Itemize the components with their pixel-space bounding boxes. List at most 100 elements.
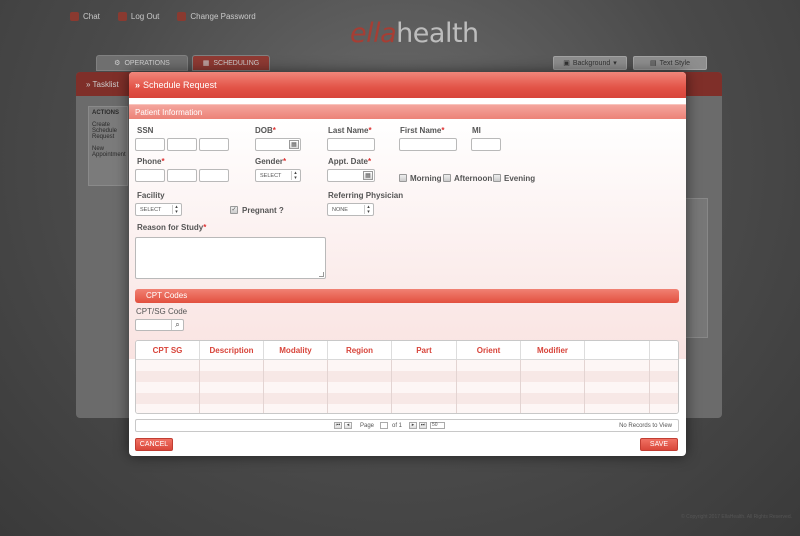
modal-title-bar: » Schedule Request: [129, 72, 686, 98]
actions-panel: ACTIONS Create Schedule Request New Appo…: [88, 106, 128, 186]
phone-label: Phone*: [137, 157, 165, 166]
table-row: [136, 393, 678, 404]
pregnant-checkbox[interactable]: ✓: [230, 206, 238, 214]
evening-label: Evening: [504, 174, 536, 183]
logo: ellahealth: [350, 18, 479, 49]
facility-select[interactable]: SELECT ▴ ▾: [135, 203, 182, 216]
ssn-field-2[interactable]: [167, 138, 197, 151]
facility-label: Facility: [137, 191, 165, 200]
grid-body: [136, 360, 678, 413]
patient-information-header: Patient Information: [129, 104, 686, 119]
page-label: Page: [360, 423, 375, 429]
top-links: Chat Log Out Change Password: [70, 12, 256, 21]
table-row: [136, 382, 678, 393]
appt-date-label: Appt. Date*: [328, 157, 372, 166]
table-row: [136, 371, 678, 382]
afternoon-checkbox[interactable]: [443, 174, 451, 182]
patient-form: SSN DOB* Last Name* First Name* MI ▦ Pho…: [129, 119, 686, 359]
footer-copyright: © Copyright 2017 EllaHealth. All Rights …: [681, 514, 792, 520]
action-create-schedule[interactable]: Create Schedule Request: [89, 119, 127, 143]
right-buttons: ▣ Background ▾ ▤ Text Style: [553, 56, 707, 70]
chat-link[interactable]: Chat: [70, 12, 100, 21]
cpt-search-input[interactable]: ⌕: [135, 319, 184, 331]
page-input[interactable]: [380, 422, 388, 429]
spinner-arrows-icon: ▴ ▾: [364, 205, 372, 214]
appt-date-field[interactable]: ▦: [327, 169, 375, 182]
background-side-box: [684, 198, 708, 338]
chat-icon: [70, 12, 79, 21]
text-icon: ▤: [650, 60, 657, 67]
phone-field-2[interactable]: [167, 169, 197, 182]
last-name-field[interactable]: [327, 138, 375, 151]
reason-textarea[interactable]: [135, 237, 326, 279]
records-status: No Records to View: [619, 423, 672, 429]
double-chevron-icon: »: [135, 80, 140, 90]
first-name-label: First Name*: [400, 126, 445, 135]
mi-field[interactable]: [471, 138, 501, 151]
double-chevron-icon: »: [86, 80, 91, 89]
gear-icon: ⚙: [114, 60, 121, 67]
mi-label: MI: [472, 126, 481, 135]
col-cpt-sg[interactable]: CPT SG: [136, 341, 200, 359]
main-tabs: ⚙ OPERATIONS ▦ SCHEDULING: [96, 55, 270, 71]
chevron-down-icon: ▾: [613, 60, 617, 67]
morning-checkbox[interactable]: [399, 174, 407, 182]
tab-operations[interactable]: ⚙ OPERATIONS: [96, 55, 188, 71]
calendar-icon[interactable]: ▦: [289, 140, 299, 149]
calendar-icon: ▦: [202, 60, 210, 67]
spinner-arrows-icon: ▴ ▾: [172, 205, 180, 214]
grid-pager: ⏮ ◂ Page of 1 ▸ ⏭ 50 No Records to View: [135, 419, 679, 432]
evening-checkbox[interactable]: [493, 174, 501, 182]
dob-field[interactable]: ▦: [255, 138, 301, 151]
table-row: [136, 360, 678, 371]
save-button[interactable]: SAVE: [640, 438, 678, 451]
actions-title: ACTIONS: [92, 110, 119, 116]
col-region[interactable]: Region: [328, 341, 392, 359]
action-new-appointment[interactable]: New Appointment: [89, 143, 127, 161]
phone-field-1[interactable]: [135, 169, 165, 182]
ssn-label: SSN: [137, 126, 154, 135]
cpt-codes-header: CPT Codes: [135, 289, 679, 303]
text-style-button[interactable]: ▤ Text Style: [633, 56, 707, 70]
col-modality[interactable]: Modality: [264, 341, 328, 359]
col-part[interactable]: Part: [392, 341, 457, 359]
last-name-label: Last Name*: [328, 126, 372, 135]
referring-physician-select[interactable]: NONE ▴ ▾: [327, 203, 374, 216]
key-icon: [177, 12, 187, 21]
ssn-field-1[interactable]: [135, 138, 165, 151]
next-page-icon[interactable]: ▸: [409, 422, 417, 429]
gender-label: Gender*: [255, 157, 287, 166]
last-page-icon[interactable]: ⏭: [419, 422, 427, 429]
dob-label: DOB*: [255, 126, 276, 135]
search-icon[interactable]: ⌕: [171, 320, 183, 330]
reason-label: Reason for Study*: [137, 223, 207, 232]
table-row: [136, 404, 678, 413]
col-extra-1: [585, 341, 650, 359]
cancel-button[interactable]: CANCEL: [135, 438, 173, 451]
logout-link[interactable]: Log Out: [117, 12, 159, 21]
afternoon-label: Afternoon: [454, 174, 493, 183]
gender-select[interactable]: SELECT ▴ ▾: [255, 169, 301, 182]
cpt-search-label: CPT/SG Code: [136, 307, 188, 316]
morning-label: Morning: [410, 174, 442, 183]
modal-title: Schedule Request: [143, 80, 217, 90]
col-modifier[interactable]: Modifier: [521, 341, 585, 359]
change-password-link[interactable]: Change Password: [177, 12, 256, 21]
page-size-select[interactable]: 50: [430, 422, 445, 429]
background-button[interactable]: ▣ Background ▾: [553, 56, 627, 70]
page-of-label: of 1: [392, 423, 403, 429]
col-description[interactable]: Description: [200, 341, 264, 359]
first-name-field[interactable]: [399, 138, 457, 151]
ssn-field-3[interactable]: [199, 138, 229, 151]
prev-page-icon[interactable]: ◂: [344, 422, 352, 429]
spinner-arrows-icon: ▴ ▾: [291, 171, 299, 180]
calendar-icon[interactable]: ▦: [363, 171, 373, 180]
first-page-icon[interactable]: ⏮: [334, 422, 342, 429]
logout-icon: [117, 12, 127, 21]
phone-field-3[interactable]: [199, 169, 229, 182]
pregnant-label: Pregnant ?: [242, 206, 284, 215]
col-orient[interactable]: Orient: [457, 341, 521, 359]
col-extra-2: [650, 341, 678, 359]
image-icon: ▣: [563, 60, 570, 67]
tab-scheduling[interactable]: ▦ SCHEDULING: [192, 55, 270, 71]
